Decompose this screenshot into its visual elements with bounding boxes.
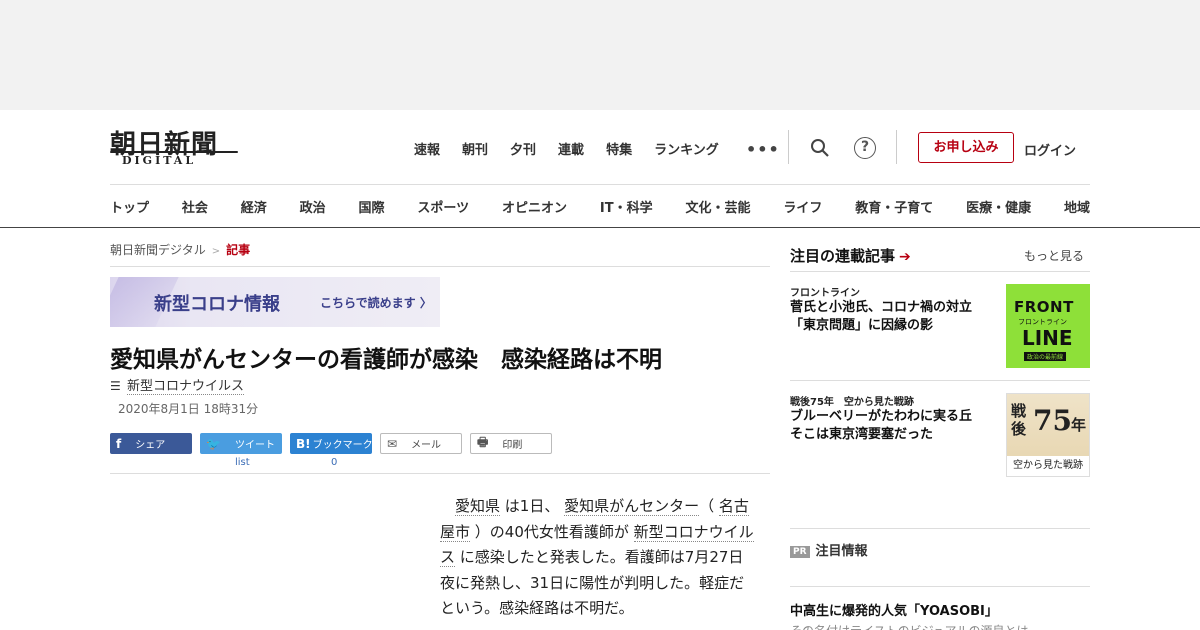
breadcrumb-divider: [110, 266, 770, 267]
share-divider: [110, 473, 770, 474]
category-sports[interactable]: スポーツ: [417, 197, 469, 216]
banner-title: 新型コロナ情報: [154, 294, 280, 315]
top-nav: 速報 朝刊 夕刊 連載 特集 ランキング: [414, 139, 741, 158]
category-region[interactable]: 地域: [1064, 197, 1090, 216]
category-society[interactable]: 社会: [182, 197, 208, 216]
nav-ranking[interactable]: ランキング: [654, 139, 719, 158]
facebook-share-label: シェア: [135, 440, 166, 451]
twitter-icon: 🐦: [206, 436, 221, 451]
category-politics[interactable]: 政治: [300, 197, 326, 216]
facebook-icon: f: [116, 436, 122, 451]
more-menu-icon[interactable]: •••: [746, 140, 780, 159]
series-label[interactable]: フロントライン: [790, 284, 860, 299]
hatena-bookmark-button[interactable]: B! ブックマーク: [290, 433, 373, 454]
category-health[interactable]: 医療・健康: [966, 197, 1031, 216]
body-text: （: [699, 497, 719, 515]
nav-tokushu[interactable]: 特集: [606, 139, 632, 158]
hatena-icon: B!: [296, 436, 311, 451]
series-article-title[interactable]: ブルーベリーがたわわに実る丘 そこは東京湾要塞だった: [790, 408, 995, 444]
list-icon: ☰: [110, 379, 121, 393]
header-divider: [896, 130, 897, 164]
category-education[interactable]: 教育・子育て: [855, 197, 933, 216]
twitter-share-label: ツイート: [234, 440, 275, 451]
category-it-science[interactable]: IT・科学: [600, 197, 653, 216]
asahi-logo[interactable]: 朝日新聞 DIGITAL: [110, 126, 240, 172]
hatena-count[interactable]: 0: [331, 457, 337, 468]
see-more-link[interactable]: もっと見る: [1024, 247, 1084, 264]
login-link[interactable]: ログイン: [1024, 140, 1076, 159]
frontline-thumbnail[interactable]: FRONT フロントライン LINE 政治の最前線: [1006, 284, 1090, 368]
thumb-caption: 空から見た戦跡: [1007, 456, 1089, 476]
logo-text-en: DIGITAL: [122, 154, 197, 167]
pr-badge: PR: [790, 546, 810, 558]
print-icon: 🖶: [477, 435, 489, 449]
keyword-link[interactable]: 愛知県: [455, 497, 501, 516]
sidebar-divider: [790, 380, 1090, 381]
logo-swoosh: [110, 151, 238, 153]
print-label: 印刷: [502, 440, 523, 451]
header-divider-line: [110, 184, 1090, 185]
search-icon[interactable]: [810, 138, 830, 158]
category-top[interactable]: トップ: [110, 197, 149, 216]
thumb-text: 年: [1071, 416, 1087, 434]
sidebar-title-label: 注目の連載記事: [790, 247, 896, 265]
thumb-text: LINE: [1022, 326, 1073, 350]
hatena-label: ブックマーク: [312, 440, 373, 451]
sidebar-divider: [790, 586, 1090, 587]
breadcrumb: 朝日新聞デジタル > 記事: [110, 241, 250, 258]
pr-subtext[interactable]: その名付けテイストのビジュアルの源泉とは: [790, 622, 1028, 630]
article-topic: ☰ 新型コロナウイルス: [110, 375, 245, 395]
thumb-tag: 政治の最前線: [1024, 352, 1067, 361]
sidebar-title[interactable]: 注目の連載記事 ➔: [790, 245, 911, 266]
mail-label: メール: [411, 440, 442, 451]
nav-yuukan[interactable]: 夕刊: [510, 139, 536, 158]
category-economy[interactable]: 経済: [241, 197, 267, 216]
pr-headline[interactable]: 中高生に爆発的人気「YOASOBI」: [790, 600, 998, 619]
nav-sokuho[interactable]: 速報: [414, 139, 440, 158]
mail-icon: ✉: [387, 436, 398, 451]
pr-title: 注目情報: [815, 544, 868, 559]
category-opinion[interactable]: オピニオン: [502, 197, 567, 216]
corona-info-banner[interactable]: 新型コロナ情報 こちらで読めます 〉: [110, 277, 440, 327]
twitter-count[interactable]: list: [235, 457, 250, 468]
category-life[interactable]: ライフ: [783, 197, 822, 216]
article-date: 2020年8月1日 18時31分: [118, 402, 259, 416]
share-buttons: f シェア 🐦 ツイート B! ブックマーク ✉ メール 🖶 印刷: [110, 433, 552, 454]
banner-cta: こちらで読めます 〉: [320, 296, 432, 310]
keyword-link[interactable]: 愛知県がんセンター: [564, 497, 700, 516]
nav-rensai[interactable]: 連載: [558, 139, 584, 158]
article-headline: 愛知県がんセンターの看護師が感染 感染経路は不明: [110, 347, 662, 373]
pr-section-title: PR 注目情報: [790, 540, 868, 559]
category-international[interactable]: 国際: [359, 197, 385, 216]
series-article-title[interactable]: 菅氏と小池氏、コロナ禍の対立「東京問題」に因縁の影: [790, 299, 995, 335]
body-text: は1日、: [500, 497, 565, 515]
advertisement-area: [0, 0, 1200, 110]
category-nav-border: [0, 227, 1200, 228]
category-culture[interactable]: 文化・芸能: [685, 197, 750, 216]
thumb-text: FRONT: [1014, 298, 1074, 316]
subscribe-button[interactable]: お申し込み: [918, 132, 1014, 163]
print-button[interactable]: 🖶 印刷: [470, 433, 552, 454]
series-label[interactable]: 戦後75年 空から見た戦跡: [790, 393, 914, 408]
body-text: ）の40代女性看護師が: [470, 522, 634, 541]
sidebar-divider: [790, 528, 1090, 529]
arrow-right-icon: ➔: [899, 249, 911, 265]
twitter-share-button[interactable]: 🐦 ツイート: [200, 433, 282, 454]
body-text: に感染したと発表した。看護師は7月27日夜に発熱し、31日に陽性が判明した。軽症…: [440, 548, 745, 617]
breadcrumb-separator: >: [211, 246, 221, 257]
facebook-share-button[interactable]: f シェア: [110, 433, 192, 454]
thumb-text: 戦後: [1011, 402, 1027, 438]
breadcrumb-current: 記事: [226, 243, 251, 257]
nav-choukan[interactable]: 朝刊: [462, 139, 488, 158]
header-divider: [788, 130, 789, 164]
topic-link[interactable]: 新型コロナウイルス: [127, 379, 245, 395]
sidebar-divider: [790, 271, 1090, 272]
category-nav: トップ 社会 経済 政治 国際 スポーツ オピニオン IT・科学 文化・芸能 ラ…: [110, 197, 1090, 216]
sengo-thumbnail[interactable]: 戦後 75 年 空から見た戦跡: [1006, 393, 1090, 477]
mail-share-button[interactable]: ✉ メール: [380, 433, 462, 454]
breadcrumb-home[interactable]: 朝日新聞デジタル: [110, 243, 206, 257]
article-body: 愛知県 は1日、 愛知県がんセンター（ 名古屋市 ）の40代女性看護師が 新型コ…: [440, 494, 754, 622]
help-icon[interactable]: ?: [854, 137, 876, 159]
thumb-text: 75: [1033, 404, 1072, 437]
